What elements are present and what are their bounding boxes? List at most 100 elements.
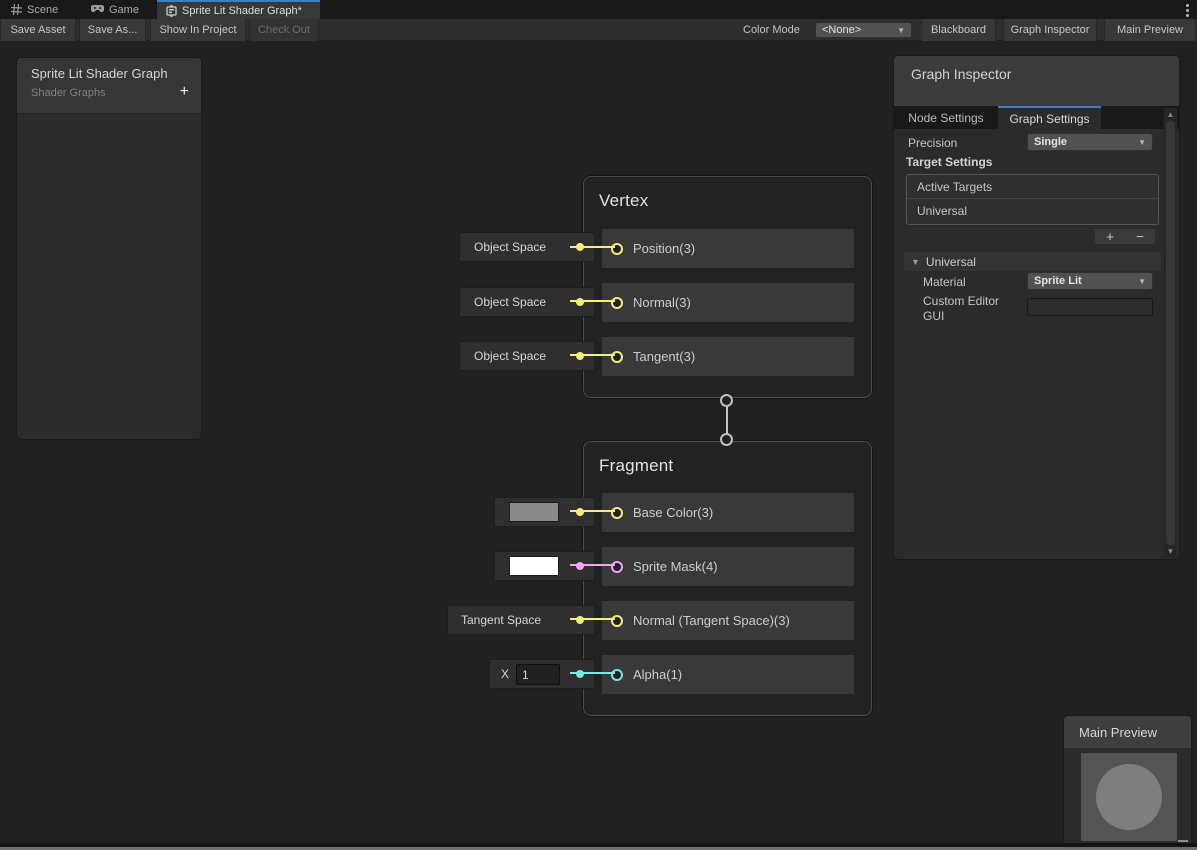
preview-sprite-circle (1096, 764, 1162, 830)
save-as-button[interactable]: Save As... (79, 19, 146, 41)
port-row-tangent[interactable]: Tangent(3) (602, 337, 854, 376)
normal-space-control[interactable]: Object Space (459, 287, 595, 317)
port-row-alpha[interactable]: Alpha(1) (602, 655, 854, 694)
tangent-port-label: Tangent(3) (633, 349, 695, 364)
normal-tangent-port-icon[interactable] (611, 615, 623, 627)
chevron-down-icon: ▼ (897, 26, 905, 35)
alpha-wire (570, 672, 615, 674)
normal-tangent-wire (570, 618, 615, 620)
scroll-down-icon[interactable]: ▼ (1164, 547, 1177, 556)
alpha-x-label: X (501, 667, 509, 681)
tangent-wire (570, 354, 615, 356)
target-add-remove-box: + − (1094, 228, 1156, 245)
normal-port-label: Normal(3) (633, 295, 691, 310)
sprite-mask-swatch-control[interactable] (494, 551, 595, 581)
graph-inspector-header: Graph Inspector (894, 56, 1179, 106)
sprite-mask-port-label: Sprite Mask(4) (633, 559, 718, 574)
active-targets-listbox[interactable]: Active Targets Universal (906, 174, 1159, 225)
position-wire (570, 246, 615, 248)
alpha-port-label: Alpha(1) (633, 667, 682, 682)
tab-scene[interactable]: Scene (2, 0, 67, 19)
color-mode-dropdown[interactable]: <None> ▼ (815, 22, 912, 38)
port-row-position[interactable]: Position(3) (602, 229, 854, 268)
normal-tangent-port-label: Normal (Tangent Space)(3) (633, 613, 790, 628)
inspector-tabs: Node Settings Graph Settings (894, 106, 1179, 129)
graph-inspector-title: Graph Inspector (911, 66, 1011, 82)
material-dropdown[interactable]: Sprite Lit ▼ (1027, 272, 1153, 290)
blackboard-header: Sprite Lit Shader Graph Shader Graphs + (17, 58, 201, 114)
normal-wire (570, 300, 615, 302)
normal-tangent-space-control[interactable]: Tangent Space (447, 605, 595, 635)
tab-game[interactable]: Game (82, 0, 148, 19)
vertex-node-title: Vertex (599, 191, 648, 211)
normal-port-icon[interactable] (611, 297, 623, 309)
shader-graph-toolbar: Save Asset Save As... Show In Project Ch… (0, 19, 1197, 41)
vertex-node[interactable]: Vertex Position(3) Normal(3) Tangent(3) (583, 176, 872, 398)
color-mode-value: <None> (822, 24, 861, 36)
position-port-label: Position(3) (633, 241, 695, 256)
tab-node-settings[interactable]: Node Settings (894, 106, 998, 129)
port-row-sprite-mask[interactable]: Sprite Mask(4) (602, 547, 854, 586)
fragment-input-port-icon[interactable] (720, 433, 733, 446)
custom-editor-gui-input[interactable] (1027, 298, 1153, 316)
show-in-project-button[interactable]: Show In Project (150, 19, 246, 41)
chevron-down-icon: ▼ (1138, 277, 1146, 286)
custom-editor-gui-label: Custom Editor GUI (923, 294, 1018, 324)
precision-label: Precision (908, 136, 957, 150)
color-mode-label: Color Mode (743, 19, 800, 41)
tab-shader-graph-label: Sprite Lit Shader Graph* (182, 5, 302, 17)
blackboard-title: Sprite Lit Shader Graph (31, 66, 168, 81)
base-color-swatch[interactable] (509, 502, 559, 522)
game-gamepad-icon (91, 5, 104, 14)
position-port-icon[interactable] (611, 243, 623, 255)
sprite-mask-port-icon[interactable] (611, 561, 623, 573)
port-row-normal[interactable]: Normal(3) (602, 283, 854, 322)
blackboard-panel[interactable]: Sprite Lit Shader Graph Shader Graphs + (16, 57, 202, 440)
universal-foldout[interactable]: ▼ Universal (904, 252, 1161, 271)
port-row-normal-tangent-space[interactable]: Normal (Tangent Space)(3) (602, 601, 854, 640)
add-property-button[interactable]: + (180, 84, 189, 100)
alpha-port-icon[interactable] (611, 669, 623, 681)
preview-render-area (1081, 753, 1177, 841)
blackboard-toggle-button[interactable]: Blackboard (921, 19, 996, 41)
sprite-mask-swatch[interactable] (509, 556, 559, 576)
remove-target-button[interactable]: − (1125, 229, 1155, 244)
tangent-space-label: Object Space (474, 349, 546, 363)
tab-shader-graph[interactable]: Sprite Lit Shader Graph* (157, 0, 320, 19)
fragment-node[interactable]: Fragment Base Color(3) Sprite Mask(4) No… (583, 441, 872, 716)
base-color-port-label: Base Color(3) (633, 505, 713, 520)
tab-game-label: Game (109, 4, 139, 16)
position-space-label: Object Space (474, 240, 546, 254)
material-label: Material (923, 275, 966, 289)
save-asset-button[interactable]: Save Asset (0, 19, 76, 41)
tab-graph-settings[interactable]: Graph Settings (998, 106, 1101, 129)
main-preview-toggle-button[interactable]: Main Preview (1104, 19, 1196, 41)
precision-dropdown[interactable]: Single ▼ (1027, 133, 1153, 151)
tangent-port-icon[interactable] (611, 351, 623, 363)
active-target-item[interactable]: Universal (907, 199, 1158, 224)
active-targets-header: Active Targets (907, 175, 1158, 199)
normal-tangent-space-label: Tangent Space (461, 613, 541, 627)
precision-value: Single (1034, 136, 1067, 148)
chevron-down-icon: ▼ (1138, 138, 1146, 147)
foldout-arrow-icon: ▼ (911, 257, 920, 267)
fragment-node-title: Fragment (599, 456, 673, 476)
document-tabbar: Scene Game Sprite Lit Shader Graph* (0, 0, 1197, 19)
tangent-space-control[interactable]: Object Space (459, 341, 595, 371)
graph-inspector-panel[interactable]: Graph Inspector Node Settings Graph Sett… (893, 55, 1180, 560)
shader-graph-icon (166, 5, 177, 17)
alpha-value-input[interactable] (516, 664, 560, 685)
vertex-output-port-icon[interactable] (720, 394, 733, 407)
base-color-port-icon[interactable] (611, 507, 623, 519)
inspector-scrollbar[interactable]: ▲ ▼ (1164, 108, 1177, 558)
graph-inspector-toggle-button[interactable]: Graph Inspector (1003, 19, 1097, 41)
resize-grip[interactable] (1178, 839, 1188, 842)
scrollbar-thumb[interactable] (1166, 121, 1175, 545)
main-preview-panel[interactable]: Main Preview (1063, 715, 1192, 845)
overflow-menu-icon[interactable] (1186, 4, 1189, 17)
port-row-base-color[interactable]: Base Color(3) (602, 493, 854, 532)
scroll-up-icon[interactable]: ▲ (1164, 110, 1177, 119)
base-color-swatch-control[interactable] (494, 497, 595, 527)
add-target-button[interactable]: + (1095, 229, 1125, 244)
alpha-value-control[interactable]: X (489, 659, 595, 689)
